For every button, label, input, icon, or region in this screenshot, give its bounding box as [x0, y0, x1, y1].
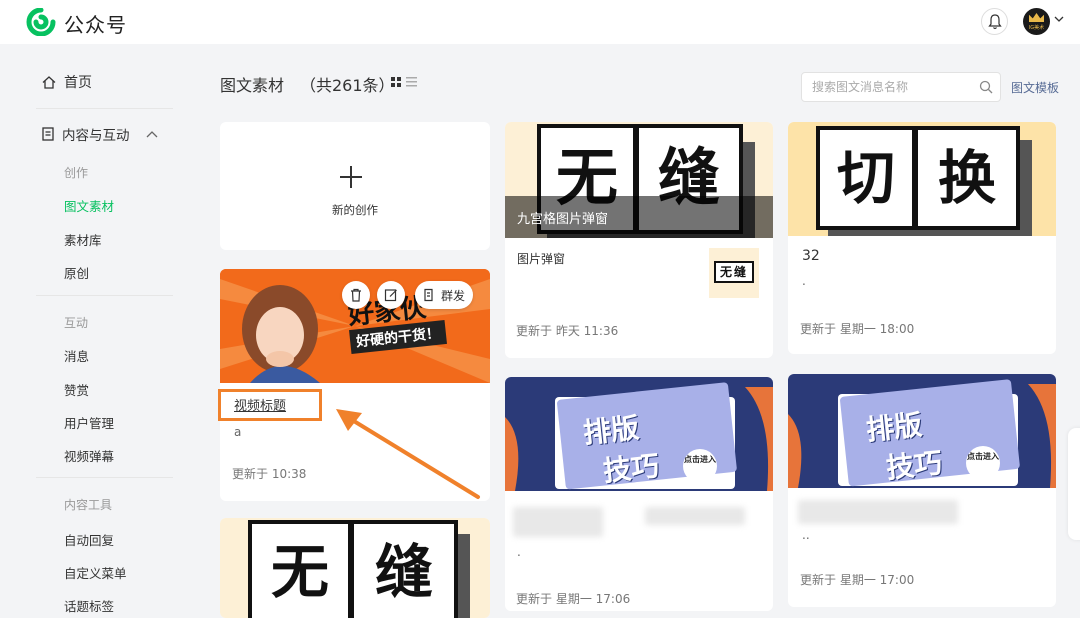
sidebar-item-articles[interactable]: 图文素材: [64, 196, 114, 215]
wechat-official-logo-icon[interactable]: [26, 8, 56, 36]
article-title[interactable]: 图片弹窗: [517, 250, 565, 267]
cover-overlay-title: 九宫格图片弹窗: [517, 212, 609, 227]
search-input[interactable]: [812, 78, 972, 96]
search-icon[interactable]: [979, 80, 993, 94]
article-update-time: 更新于 昨天 11:36: [516, 324, 619, 338]
article-cover-image: 切 换: [788, 122, 1056, 236]
article-digest: .: [802, 274, 806, 288]
sidebar-item-rewards[interactable]: 赞赏: [64, 380, 89, 399]
sidebar-item-custom-menu[interactable]: 自定义菜单: [64, 563, 127, 582]
send-icon: [424, 288, 433, 302]
article-cover-image: 无 缝 九宫格图片弹窗: [505, 122, 773, 238]
article-update-time: 更新于 星期一 18:00: [800, 322, 915, 336]
article-card[interactable]: 无 缝: [220, 518, 490, 618]
article-card[interactable]: 排版 技巧 点击进入 . 更新于 星期一 17:06: [505, 377, 773, 611]
thumb-char: 无: [719, 265, 734, 279]
cover-char: 无: [248, 520, 352, 618]
sidebar-item-user-management[interactable]: 用户管理: [64, 413, 114, 432]
article-template-link[interactable]: 图文模板: [1011, 79, 1059, 96]
section-label-create: 创作: [64, 166, 89, 180]
sidebar-item-messages[interactable]: 消息: [64, 346, 89, 365]
annotation-highlight-box: [218, 389, 322, 421]
new-creation-card[interactable]: 新的创作: [220, 122, 490, 250]
avatar[interactable]: IG美术: [1023, 8, 1050, 35]
avatar-text: IG美术: [1028, 25, 1045, 31]
cover-char: 换: [914, 126, 1020, 230]
item-count: （共261条）: [300, 76, 395, 95]
article-card[interactable]: 排版 技巧 点击进入 .. 更新于 星期一 17:00: [788, 374, 1056, 607]
notification-button[interactable]: [981, 8, 1008, 35]
divider: [36, 295, 173, 296]
article-card[interactable]: 切 换 32 . 更新于 星期一 18:00: [788, 122, 1056, 354]
sidebar-item-topic-tags[interactable]: 话题标签: [64, 596, 114, 615]
cover-title-line: 技巧: [884, 446, 944, 485]
cover-badge: 点击进入: [966, 446, 1000, 480]
new-creation-label: 新的创作: [332, 203, 378, 217]
thumb-char: 缝: [734, 265, 749, 279]
section-label-tools: 内容工具: [64, 498, 113, 512]
mass-send-label: 群发: [441, 289, 466, 303]
divider: [36, 477, 173, 478]
crown-icon: [1029, 13, 1044, 22]
article-digest: a: [234, 425, 242, 439]
cover-title-line: 技巧: [601, 449, 661, 488]
article-update-time: 更新于 星期一 17:06: [516, 592, 631, 606]
annotation-arrow-icon: [336, 409, 480, 499]
article-update-time: 更新于 10:38: [232, 467, 307, 481]
sidebar: 首页 内容与互动 创作 图文素材 素材库 原创 互动 消息 赞赏 用户管理 视频…: [0, 44, 195, 618]
cover-char: 缝: [350, 520, 458, 618]
sidebar-item-auto-reply[interactable]: 自动回复: [64, 530, 114, 549]
chevron-down-icon[interactable]: [1054, 15, 1064, 23]
divider: [36, 108, 173, 109]
article-thumbnail: 无缝: [709, 248, 759, 298]
section-label-interact: 互动: [64, 316, 89, 330]
article-update-time: 更新于 星期一 17:00: [800, 573, 915, 587]
bell-icon: [988, 14, 1002, 30]
article-card[interactable]: 无 缝 九宫格图片弹窗 图片弹窗 无缝 更新于 昨天 11:36: [505, 122, 773, 358]
delete-button[interactable]: [342, 281, 370, 309]
edit-icon: [384, 289, 397, 302]
top-bar: 公众号 IG美术: [0, 0, 1080, 44]
article-cover-image: 排版 技巧 点击进入: [788, 374, 1056, 488]
sidebar-item-home[interactable]: 首页: [42, 72, 92, 92]
cover-char: 切: [816, 126, 916, 230]
home-icon: [42, 75, 56, 89]
redacted-title: [798, 500, 958, 524]
document-icon: [42, 127, 54, 141]
cover-badge: 点击进入: [683, 449, 717, 483]
list-view-icon[interactable]: [406, 77, 417, 87]
search-box: [801, 72, 1001, 102]
plus-icon: [340, 166, 362, 188]
sidebar-group-label: 内容与互动: [62, 128, 130, 144]
side-panel-handle[interactable]: [1068, 428, 1080, 540]
grid-view-icon[interactable]: [391, 77, 401, 87]
sidebar-group-content[interactable]: 内容与互动: [42, 124, 172, 144]
article-cover-image: 无 缝: [220, 518, 490, 618]
redacted-title: [645, 507, 745, 525]
cover-title-line: 排版: [864, 408, 924, 447]
mass-send-button[interactable]: 群发: [415, 281, 473, 309]
sidebar-item-video-danmaku[interactable]: 视频弹幕: [64, 446, 114, 465]
chevron-up-icon: [146, 131, 157, 138]
brand-name[interactable]: 公众号: [64, 9, 127, 38]
edit-button[interactable]: [377, 281, 405, 309]
sidebar-item-original[interactable]: 原创: [64, 263, 89, 282]
sidebar-item-media-library[interactable]: 素材库: [64, 230, 102, 249]
article-digest: .: [517, 545, 521, 559]
article-title[interactable]: 32: [802, 248, 820, 264]
article-cover-image: 排版 技巧 点击进入: [505, 377, 773, 491]
sidebar-item-label: 首页: [64, 75, 92, 91]
cover-title-line: 排版: [581, 411, 641, 450]
page-title: 图文素材: [220, 76, 285, 95]
redacted-title: [513, 507, 603, 537]
article-digest: ..: [802, 528, 810, 542]
trash-icon: [351, 288, 361, 302]
